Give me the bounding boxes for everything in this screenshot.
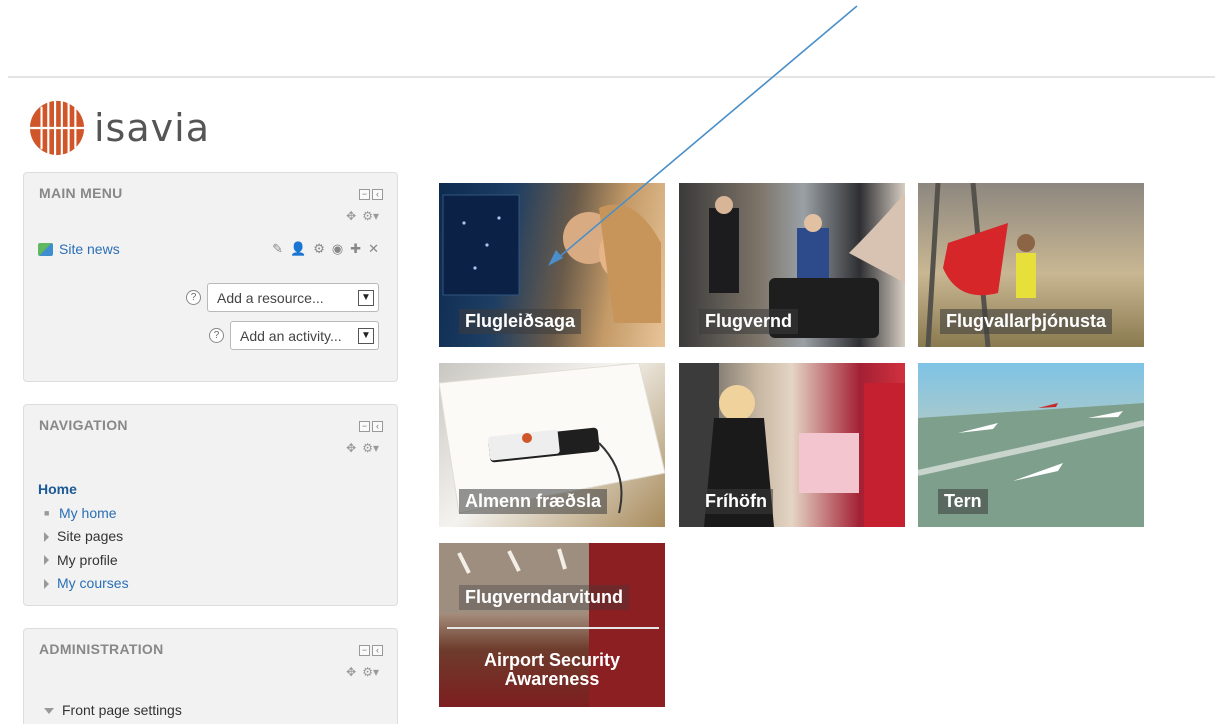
nav-home[interactable]: Home xyxy=(38,478,129,502)
block-edit-controls: ✥ ⚙▾ xyxy=(346,209,379,223)
add-resource-label: Add a resource... xyxy=(217,289,324,306)
chevron-down-icon: ▼ xyxy=(358,289,374,306)
tile-divider xyxy=(447,627,659,629)
chevron-down-icon: ▼ xyxy=(358,327,374,344)
site-news-actions: ✎ 👤 ⚙ ◉ ✚ ✕ xyxy=(272,241,379,257)
help-icon[interactable]: ? xyxy=(209,328,224,343)
navigation-title: NAVIGATION xyxy=(39,417,128,433)
delete-icon[interactable]: ✕ xyxy=(368,241,379,257)
move-icon[interactable]: ✥ xyxy=(346,209,356,223)
dock-icon[interactable]: ‹ xyxy=(372,421,383,432)
move-icon[interactable]: ✥ xyxy=(346,665,356,679)
collapse-icon[interactable]: − xyxy=(359,645,370,656)
dock-icon[interactable]: ‹ xyxy=(372,645,383,656)
isavia-logo-icon xyxy=(29,100,85,156)
assign-roles-icon[interactable]: 👤 xyxy=(290,241,306,257)
gear-icon[interactable]: ⚙▾ xyxy=(362,441,379,455)
course-tile-flugleidsaga[interactable]: Flugleiðsaga xyxy=(439,183,665,347)
block-edit-controls: ✥ ⚙▾ xyxy=(346,441,379,455)
nav-item-my-courses[interactable]: My courses xyxy=(38,572,129,596)
tile-label: Flugleiðsaga xyxy=(459,309,582,334)
main-menu-block: MAIN MENU − ‹ ✥ ⚙▾ Site news ✎ 👤 ⚙ ◉ ✚ ✕… xyxy=(23,172,398,382)
main-menu-title: MAIN MENU xyxy=(39,185,123,201)
gear-icon[interactable]: ⚙▾ xyxy=(362,209,379,223)
admin-item-front-page-settings[interactable]: Front page settings xyxy=(38,699,182,723)
nav-item-my-profile[interactable]: My profile xyxy=(38,549,129,573)
navigation-tree: Home ■ My home Site pages My profile My … xyxy=(38,478,129,596)
collapse-icon[interactable]: − xyxy=(359,421,370,432)
administration-block: ADMINISTRATION − ‹ ✥ ⚙▾ Front page setti… xyxy=(23,628,398,724)
gear-icon[interactable]: ⚙▾ xyxy=(362,665,379,679)
tile-label: Flugverndarvitund xyxy=(459,585,630,610)
course-tile-almenn-fraedsla[interactable]: Almenn fræðsla xyxy=(439,363,665,527)
collapse-icon[interactable]: − xyxy=(359,189,370,200)
collapse-arrow-icon xyxy=(44,707,54,714)
nav-item-site-pages[interactable]: Site pages xyxy=(38,525,129,549)
block-controls: − ‹ xyxy=(359,645,383,656)
course-tile-flugvallarthjonusta[interactable]: Flugvallarþjónusta xyxy=(918,183,1144,347)
expand-arrow-icon xyxy=(44,578,49,589)
tile-label: Fríhöfn xyxy=(699,489,773,514)
tile-label: Flugvernd xyxy=(699,309,799,334)
add-activity-select[interactable]: Add an activity... ▼ xyxy=(230,321,379,350)
block-edit-controls: ✥ ⚙▾ xyxy=(346,665,379,679)
course-tile-frihofn[interactable]: Fríhöfn xyxy=(679,363,905,527)
nav-item-label[interactable]: My courses xyxy=(57,572,129,596)
add-activity-row: ? Add an activity... ▼ xyxy=(209,321,379,350)
forum-icon xyxy=(38,242,53,256)
block-controls: − ‹ xyxy=(359,189,383,200)
top-divider xyxy=(8,76,1215,78)
hide-icon[interactable]: ◉ xyxy=(332,241,343,257)
site-news-link[interactable]: Site news xyxy=(59,241,120,257)
administration-title: ADMINISTRATION xyxy=(39,641,164,657)
nav-item-label: My profile xyxy=(57,551,118,568)
nav-item-label[interactable]: My home xyxy=(59,502,117,526)
block-controls: − ‹ xyxy=(359,421,383,432)
help-icon[interactable]: ? xyxy=(186,290,201,305)
tile-label: Flugvallarþjónusta xyxy=(940,309,1113,334)
bullet-icon: ■ xyxy=(44,507,50,518)
admin-item-label: Front page settings xyxy=(62,702,182,718)
course-tile-flugverndarvitund[interactable]: Flugverndarvitund Airport Security Aware… xyxy=(439,543,665,707)
add-resource-select[interactable]: Add a resource... ▼ xyxy=(207,283,379,312)
tile-label-secondary: Airport Security Awareness xyxy=(483,650,621,689)
move-right-icon[interactable]: ✎ xyxy=(272,241,283,257)
group-mode-icon[interactable]: ✚ xyxy=(350,241,361,257)
edit-settings-icon[interactable]: ⚙ xyxy=(313,241,325,257)
administration-tree: Front page settings xyxy=(38,699,182,723)
expand-arrow-icon xyxy=(44,531,49,542)
tile-label: Tern xyxy=(938,489,988,514)
navigation-block: NAVIGATION − ‹ ✥ ⚙▾ Home ■ My home Site … xyxy=(23,404,398,606)
nav-item-my-home[interactable]: ■ My home xyxy=(38,502,129,526)
dock-icon[interactable]: ‹ xyxy=(372,189,383,200)
course-tile-flugvernd[interactable]: Flugvernd xyxy=(679,183,905,347)
course-tile-tern[interactable]: Tern xyxy=(918,363,1144,527)
isavia-logo[interactable]: isavia xyxy=(28,96,218,160)
brand-name: isavia xyxy=(94,106,210,150)
tile-label: Almenn fræðsla xyxy=(459,489,608,514)
add-resource-row: ? Add a resource... ▼ xyxy=(186,283,379,312)
nav-item-label: Site pages xyxy=(57,528,124,544)
move-icon[interactable]: ✥ xyxy=(346,441,356,455)
site-news-item: Site news xyxy=(38,241,120,257)
add-activity-label: Add an activity... xyxy=(240,327,342,344)
expand-arrow-icon xyxy=(44,555,49,566)
